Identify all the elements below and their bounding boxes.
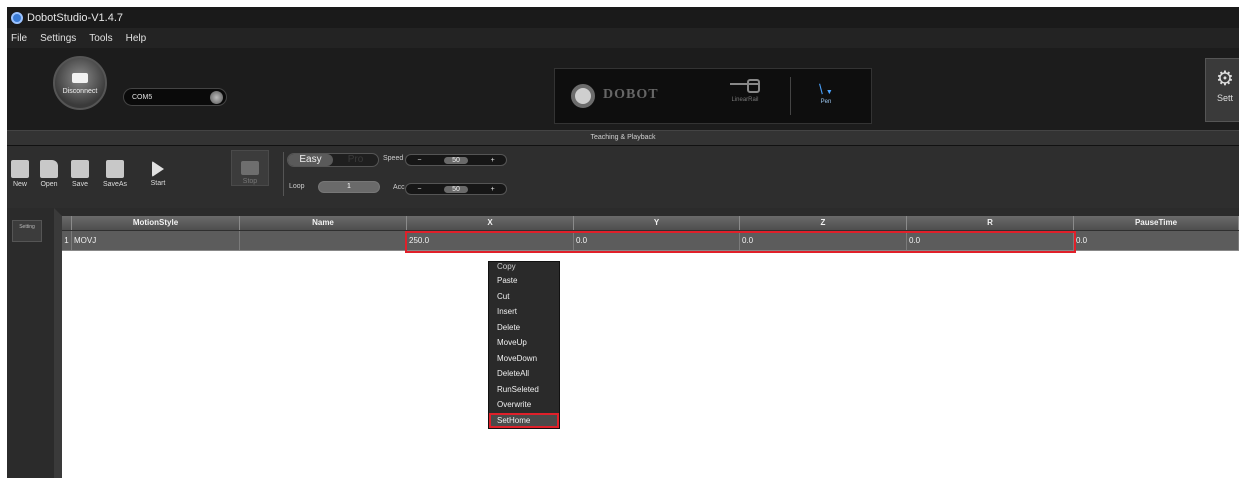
mode-toggle[interactable]: Easy Pro <box>287 153 379 167</box>
menu-bar: File Settings Tools Help <box>7 28 1239 48</box>
save-as-icon <box>106 160 124 178</box>
linear-rail-toggle[interactable]: LinearRail <box>713 79 777 103</box>
start-button[interactable]: Start <box>143 150 173 188</box>
new-file-icon <box>11 160 29 178</box>
dobot-logo-icon <box>571 84 595 108</box>
open-button[interactable]: Open <box>35 150 63 188</box>
save-icon <box>71 160 89 178</box>
context-item-copy[interactable]: Copy <box>489 262 559 273</box>
menu-settings[interactable]: Settings <box>40 33 76 44</box>
speed-label: Speed <box>383 155 404 162</box>
settings-label: Sett <box>1216 93 1233 103</box>
saveas-button[interactable]: SaveAs <box>97 150 133 188</box>
context-item-insert[interactable]: Insert <box>489 304 559 320</box>
menu-help[interactable]: Help <box>126 33 147 44</box>
mode-easy[interactable]: Easy <box>288 154 333 166</box>
cell-name[interactable] <box>240 231 407 250</box>
acc-increase-button[interactable]: + <box>491 186 495 193</box>
speed-value[interactable]: 50 <box>444 156 468 164</box>
app-logo-icon <box>11 11 23 24</box>
menu-file[interactable]: File <box>11 33 27 44</box>
end-tool-label: Pen <box>820 99 832 105</box>
speed-increase-button[interactable]: + <box>491 157 495 164</box>
context-item-paste[interactable]: Paste <box>489 273 559 289</box>
port-value: COM5 <box>132 93 153 101</box>
menu-tools[interactable]: Tools <box>89 33 112 44</box>
acc-decrease-button[interactable]: − <box>417 186 421 193</box>
stop-icon <box>241 161 259 175</box>
column-header-z[interactable]: Z <box>740 216 907 230</box>
new-label: New <box>12 181 27 188</box>
column-header-x[interactable]: X <box>407 216 574 230</box>
row-index: 1 <box>62 231 72 250</box>
context-item-cut[interactable]: Cut <box>489 289 559 305</box>
window-title: DobotStudio-V1.4.7 <box>27 11 124 24</box>
context-item-movedown[interactable]: MoveDown <box>489 351 559 367</box>
disconnect-label: Disconnect <box>62 88 98 95</box>
stop-button[interactable]: Stop <box>231 150 269 186</box>
context-menu: Copy Paste Cut Insert Delete MoveUp Move… <box>488 261 560 429</box>
start-label: Start <box>150 180 166 187</box>
device-panel: DOBOT LinearRail / ▼ Pen <box>554 68 872 124</box>
new-button[interactable]: New <box>9 150 31 188</box>
section-title: Teaching & Playback <box>7 130 1239 146</box>
play-icon <box>152 161 164 177</box>
disconnect-button[interactable]: Disconnect <box>53 56 107 110</box>
context-item-overwrite[interactable]: Overwrite <box>489 397 559 413</box>
save-label: Save <box>72 181 88 188</box>
context-item-deleteall[interactable]: DeleteAll <box>489 366 559 382</box>
loop-label: Loop <box>289 183 305 190</box>
folder-icon <box>40 160 58 178</box>
dobotstudio-window: DobotStudio-V1.4.7 File Settings Tools H… <box>7 7 1239 478</box>
open-label: Open <box>40 181 58 188</box>
settings-button[interactable]: ⚙ Sett <box>1205 58 1239 122</box>
brand-name: DOBOT <box>603 87 659 102</box>
side-setting-label: Setting <box>19 224 35 230</box>
column-header-pausetime[interactable]: PauseTime <box>1074 216 1239 230</box>
side-strip: Setting <box>7 208 54 478</box>
mode-pro[interactable]: Pro <box>333 154 378 166</box>
port-refresh-icon[interactable] <box>210 91 223 104</box>
side-setting-button[interactable]: Setting <box>12 220 42 242</box>
plug-icon <box>69 71 91 85</box>
panel-divider <box>790 77 791 115</box>
saveas-label: SaveAs <box>102 181 128 188</box>
context-item-runselected[interactable]: RunSeleted <box>489 382 559 398</box>
linear-rail-label: LinearRail <box>731 97 759 103</box>
column-header-name[interactable]: Name <box>240 216 407 230</box>
acc-label: Acc <box>393 184 405 191</box>
title-bar: DobotStudio-V1.4.7 <box>7 7 1239 28</box>
xyzr-highlight-box <box>405 231 1076 253</box>
column-header-y[interactable]: Y <box>574 216 740 230</box>
speed-stepper[interactable]: − 50 + <box>405 154 507 166</box>
column-header-motionstyle[interactable]: MotionStyle <box>72 216 240 230</box>
context-item-sethome[interactable]: SetHome <box>489 412 559 428</box>
table-header: MotionStyle Name X Y Z R PauseTime <box>62 216 1239 231</box>
context-item-delete[interactable]: Delete <box>489 320 559 336</box>
toolbar-divider <box>283 152 284 196</box>
port-select[interactable]: COM5 <box>123 88 227 106</box>
save-button[interactable]: Save <box>67 150 93 188</box>
speed-decrease-button[interactable]: − <box>417 157 421 164</box>
context-item-moveup[interactable]: MoveUp <box>489 335 559 351</box>
point-table: MotionStyle Name X Y Z R PauseTime 1 MOV… <box>54 208 1239 478</box>
loop-input[interactable]: 1 <box>318 181 380 193</box>
stop-label: Stop <box>242 178 258 185</box>
acc-value[interactable]: 50 <box>444 185 468 193</box>
linear-rail-icon <box>730 79 760 93</box>
end-tool-selector[interactable]: / ▼ Pen <box>803 81 849 105</box>
chevron-down-icon: ▼ <box>825 89 833 96</box>
teaching-toolbar: New Open Save SaveAs Start Stop Easy Pro… <box>7 146 1239 208</box>
cell-motionstyle[interactable]: MOVJ <box>72 231 240 250</box>
acc-stepper[interactable]: − 50 + <box>405 183 507 195</box>
index-header <box>62 216 72 230</box>
column-header-r[interactable]: R <box>907 216 1074 230</box>
gear-icon: ⚙ <box>1216 68 1234 90</box>
cell-pausetime[interactable]: 0.0 <box>1074 231 1239 250</box>
header-panel: Disconnect COM5 DOBOT LinearRail / ▼ Pen… <box>7 48 1239 130</box>
